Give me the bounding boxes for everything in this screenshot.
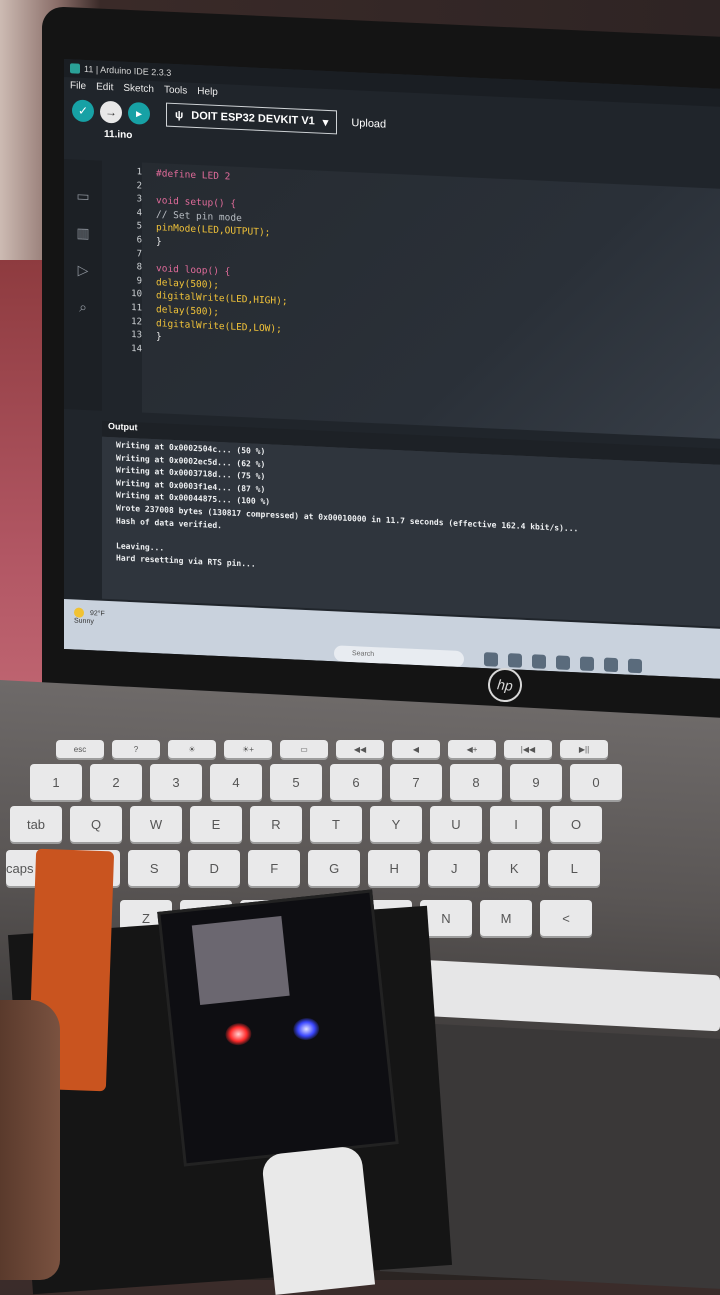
key[interactable]: ◀+ (448, 740, 496, 758)
key[interactable]: R (250, 806, 302, 842)
red-power-led (224, 1021, 253, 1047)
key[interactable]: 6 (330, 764, 382, 800)
code-editor[interactable]: ▭ ▥ ▷ ⌕ 1 2 3 4 5 6 7 8 9 10 11 12 13 14 (64, 158, 720, 440)
verify-button[interactable]: ✓ (72, 99, 94, 123)
number-key-row: 1 2 3 4 5 6 7 8 9 0 (30, 764, 622, 800)
key[interactable]: ▶|| (560, 740, 608, 758)
key[interactable]: T (310, 806, 362, 842)
key[interactable]: H (368, 850, 421, 886)
function-key-row: esc ? ☀ ☀+ ▭ ◀◀ ◀ ◀+ |◀◀ ▶|| (56, 740, 608, 758)
key[interactable]: 9 (510, 764, 562, 800)
esp32-board (157, 889, 399, 1167)
temperature: 92°F (89, 610, 105, 618)
key[interactable]: E (190, 806, 242, 842)
arduino-app-icon (70, 63, 80, 74)
menu-tools[interactable]: Tools (164, 84, 187, 96)
key[interactable]: 7 (390, 764, 442, 800)
task-view-icon[interactable] (484, 652, 498, 667)
library-icon[interactable]: ▥ (76, 225, 89, 243)
key[interactable]: 1 (30, 764, 82, 800)
folder-icon[interactable]: ▭ (76, 188, 89, 206)
key[interactable]: O (550, 806, 602, 842)
board-selector[interactable]: ψ DOIT ESP32 DEVKIT V1 ▾ (166, 102, 338, 135)
blue-status-led (292, 1016, 321, 1042)
output-console: Writing at 0x0002504c... (50 %) Writing … (102, 436, 720, 629)
weather-widget[interactable]: 92°F Sunny (74, 607, 105, 625)
key[interactable]: esc (56, 740, 104, 758)
key[interactable]: J (428, 850, 481, 886)
menu-file[interactable]: File (70, 80, 86, 92)
qwerty-key-row: tab Q W E R T Y U I O (10, 806, 602, 842)
laptop-screen: 11 | Arduino IDE 2.3.3 File Edit Sketch … (64, 58, 720, 680)
arduino-taskbar-icon[interactable] (628, 658, 642, 674)
taskbar-search[interactable]: Search (334, 645, 464, 668)
menu-help[interactable]: Help (197, 86, 218, 98)
widgets-icon[interactable] (508, 653, 522, 668)
key[interactable]: 5 (270, 764, 322, 800)
debug-button[interactable]: ▸ (128, 101, 150, 125)
debug-icon[interactable]: ▷ (78, 262, 89, 279)
esp32-module-shield (191, 916, 290, 1006)
key[interactable]: ▭ (280, 740, 328, 758)
key[interactable]: S (128, 850, 181, 886)
search-icon[interactable]: ⌕ (79, 299, 87, 316)
key[interactable]: W (130, 806, 182, 842)
key[interactable]: F (248, 850, 301, 886)
edge-icon[interactable] (580, 656, 594, 672)
whatsapp-icon[interactable] (604, 657, 618, 673)
line-number-gutter: 1 2 3 4 5 6 7 8 9 10 11 12 13 14 (102, 161, 142, 413)
key[interactable]: Y (370, 806, 422, 842)
key[interactable]: 4 (210, 764, 262, 800)
key[interactable]: 3 (150, 764, 202, 800)
upload-button[interactable]: → (100, 100, 122, 124)
sun-icon (74, 607, 84, 618)
key[interactable]: |◀◀ (504, 740, 552, 758)
key[interactable]: G (308, 850, 361, 886)
key[interactable]: D (188, 850, 241, 886)
key[interactable]: U (430, 806, 482, 842)
upload-tooltip: Upload (351, 117, 387, 131)
key[interactable]: ☀ (168, 740, 216, 758)
menu-edit[interactable]: Edit (96, 81, 113, 93)
key[interactable]: M (480, 900, 532, 936)
key[interactable]: I (490, 806, 542, 842)
key[interactable]: ◀ (392, 740, 440, 758)
code-area[interactable]: #define LED 2 void setup() { // Set pin … (142, 162, 720, 440)
key[interactable]: 8 (450, 764, 502, 800)
activity-sidebar: ▭ ▥ ▷ ⌕ (64, 158, 102, 411)
key[interactable]: ? (112, 740, 160, 758)
key[interactable]: 2 (90, 764, 142, 800)
weather-condition: Sunny (74, 617, 94, 626)
key[interactable]: tab (10, 806, 62, 842)
key[interactable]: K (488, 850, 541, 886)
window-title: 11 | Arduino IDE 2.3.3 (84, 63, 172, 78)
file-explorer-icon[interactable] (532, 654, 546, 669)
usb-cable (260, 1145, 376, 1295)
key[interactable]: Q (70, 806, 122, 842)
key[interactable]: < (540, 900, 592, 936)
line-number: 14 (131, 343, 142, 355)
key[interactable]: L (548, 850, 601, 886)
usb-icon: ψ (175, 109, 184, 122)
hand (0, 1000, 60, 1280)
board-name: DOIT ESP32 DEVKIT V1 (191, 109, 315, 128)
key[interactable]: ◀◀ (336, 740, 384, 758)
menu-sketch[interactable]: Sketch (123, 82, 154, 94)
store-icon[interactable] (556, 655, 570, 670)
key[interactable]: ☀+ (224, 740, 272, 758)
laptop-lid: 11 | Arduino IDE 2.3.3 File Edit Sketch … (42, 6, 720, 728)
key[interactable]: 0 (570, 764, 622, 800)
chevron-down-icon: ▾ (322, 116, 329, 129)
